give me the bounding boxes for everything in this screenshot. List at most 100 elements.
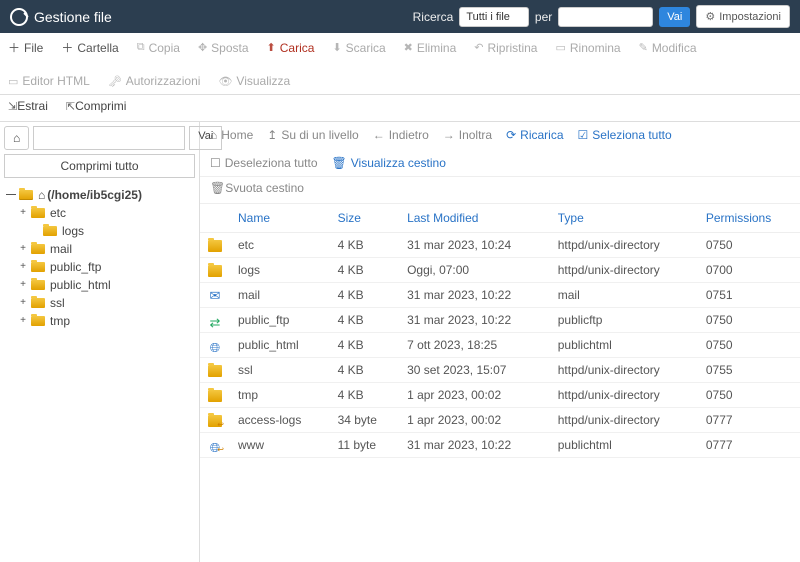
plus-icon: ＋ — [8, 39, 20, 56]
cell-perms: 0750 — [698, 383, 800, 408]
select-all-button[interactable]: ☑Seleziona tutto — [578, 128, 672, 142]
col-type[interactable]: Type — [550, 204, 698, 233]
restore-button[interactable]: ↶Ripristina — [474, 41, 537, 55]
deselect-button[interactable]: ☐Deseleziona tutto — [210, 156, 318, 170]
rename-icon: ▭ — [555, 41, 565, 54]
download-button[interactable]: ⬇Scarica — [332, 41, 385, 55]
edit-button[interactable]: ✎Modifica — [639, 41, 697, 55]
col-modified[interactable]: Last Modified — [399, 204, 550, 233]
rename-button[interactable]: ▭Rinomina — [555, 41, 620, 55]
home-icon-button[interactable]: ⌂ — [4, 126, 29, 150]
trash-icon: 🗑 — [332, 156, 347, 170]
actionbar: ⌂Home ↥Su di un livello ←Indietro →Inolt… — [200, 122, 800, 177]
expand-icon[interactable]: + — [18, 294, 28, 312]
html-editor-button[interactable]: ▭Editor HTML — [8, 74, 90, 88]
cell-size: 4 KB — [330, 233, 399, 258]
delete-icon: ✖ — [404, 41, 413, 54]
main-panel: ⌂Home ↥Su di un livello ←Indietro →Inolt… — [200, 122, 800, 562]
cell-modified: 7 ott 2023, 18:25 — [399, 333, 550, 358]
forward-button[interactable]: →Inoltra — [443, 128, 492, 142]
folder-button[interactable]: ＋Cartella — [61, 39, 118, 56]
compress-button[interactable]: ⇱Comprimi — [66, 99, 127, 113]
cell-name: www — [230, 433, 330, 458]
html-icon: ▭ — [8, 75, 18, 88]
expand-icon[interactable]: + — [18, 240, 28, 258]
col-perms[interactable]: Permissions — [698, 204, 800, 233]
table-row[interactable]: 🌐︎↩www11 byte31 mar 2023, 10:22publichtm… — [200, 433, 800, 458]
delete-button[interactable]: ✖Elimina — [404, 41, 457, 55]
folder-icon — [31, 316, 45, 326]
tree-node[interactable]: +ssl — [18, 294, 193, 312]
back-button[interactable]: ←Indietro — [373, 128, 429, 142]
key-icon: 🗝 — [108, 75, 122, 88]
cell-type: httpd/unix-directory — [550, 258, 698, 283]
cell-name: logs — [230, 258, 330, 283]
col-name[interactable]: Name — [230, 204, 330, 233]
search-label: Ricerca — [413, 10, 454, 24]
tree-node[interactable]: +mail — [18, 240, 193, 258]
file-button[interactable]: ＋File — [8, 39, 43, 56]
extract-button[interactable]: ⇲Estrai — [8, 99, 48, 113]
cell-modified: 31 mar 2023, 10:22 — [399, 308, 550, 333]
search-input[interactable] — [558, 7, 653, 27]
tree-node[interactable]: +public_html — [18, 276, 193, 294]
expand-icon[interactable]: + — [18, 204, 28, 222]
tree-node[interactable]: +public_ftp — [18, 258, 193, 276]
folder-tree: — ⌂ (/home/ib5cgi25) +etc logs+mail+publ… — [4, 182, 195, 334]
cell-name: tmp — [230, 383, 330, 408]
collapse-icon[interactable]: — — [6, 186, 16, 204]
table-row[interactable]: ↩access-logs34 byte1 apr 2023, 00:02http… — [200, 408, 800, 433]
upload-button[interactable]: ⬆Carica — [267, 41, 315, 55]
cell-type: httpd/unix-directory — [550, 383, 698, 408]
empty-trash-button[interactable]: 🗑Svuota cestino — [210, 181, 304, 195]
expand-icon[interactable]: + — [18, 258, 28, 276]
table-row[interactable]: tmp4 KB1 apr 2023, 00:02httpd/unix-direc… — [200, 383, 800, 408]
search-go-button[interactable]: Vai — [659, 7, 690, 27]
home-button[interactable]: ⌂Home — [210, 128, 253, 142]
reload-button[interactable]: ⟳Ricarica — [506, 128, 563, 142]
reload-icon: ⟳ — [506, 128, 516, 142]
folder-icon — [43, 226, 57, 236]
folder-icon — [31, 208, 45, 218]
table-row[interactable]: logs4 KBOggi, 07:00httpd/unix-directory0… — [200, 258, 800, 283]
copy-button[interactable]: ⧉Copia — [137, 41, 180, 55]
tree-root[interactable]: — ⌂ (/home/ib5cgi25) — [6, 186, 193, 204]
table-row[interactable]: 🌐︎public_html4 KB7 ott 2023, 18:25public… — [200, 333, 800, 358]
tree-node[interactable]: logs — [18, 222, 193, 240]
cell-modified: 31 mar 2023, 10:22 — [399, 433, 550, 458]
table-row[interactable]: ✉mail4 KB31 mar 2023, 10:22mail0751 — [200, 283, 800, 308]
col-size[interactable]: Size — [330, 204, 399, 233]
tree-node[interactable]: +etc — [18, 204, 193, 222]
toolbar-row1: ＋File ＋Cartella ⧉Copia ✥Sposta ⬆Carica ⬇… — [0, 33, 800, 95]
view-button[interactable]: 👁Visualizza — [218, 74, 290, 88]
table-row[interactable]: etc4 KB31 mar 2023, 10:24httpd/unix-dire… — [200, 233, 800, 258]
expand-icon[interactable]: + — [18, 276, 28, 294]
trash-icon: 🗑 — [210, 181, 225, 195]
settings-button[interactable]: ⚙Impostazioni — [696, 5, 790, 28]
table-row[interactable]: ssl4 KB30 set 2023, 15:07httpd/unix-dire… — [200, 358, 800, 383]
permissions-button[interactable]: 🗝Autorizzazioni — [108, 74, 201, 88]
cell-size: 4 KB — [330, 358, 399, 383]
header-bar: Gestione file Ricerca Tutti i file per V… — [0, 0, 800, 33]
globe-icon: 🌐︎ — [208, 340, 222, 352]
cell-perms: 0755 — [698, 358, 800, 383]
tree-node[interactable]: +tmp — [18, 312, 193, 330]
actionbar2: 🗑Svuota cestino — [200, 177, 800, 204]
cell-modified: 1 apr 2023, 00:02 — [399, 408, 550, 433]
view-trash-button[interactable]: 🗑Visualizza cestino — [332, 156, 446, 170]
expand-icon[interactable]: + — [18, 312, 28, 330]
cell-name: public_ftp — [230, 308, 330, 333]
ftp-icon: ⇄ — [208, 315, 222, 327]
path-input[interactable] — [33, 126, 185, 150]
move-icon: ✥ — [198, 41, 207, 54]
cell-perms: 0750 — [698, 308, 800, 333]
search-scope-select[interactable]: Tutti i file — [459, 7, 529, 27]
up-level-button[interactable]: ↥Su di un livello — [267, 128, 358, 142]
cell-type: mail — [550, 283, 698, 308]
uncheck-icon: ☐ — [210, 156, 221, 170]
table-row[interactable]: ⇄public_ftp4 KB31 mar 2023, 10:22publicf… — [200, 308, 800, 333]
move-button[interactable]: ✥Sposta — [198, 41, 249, 55]
collapse-all-button[interactable]: Comprimi tutto — [4, 154, 195, 178]
brand: Gestione file — [10, 8, 112, 26]
cell-type: publichtml — [550, 433, 698, 458]
